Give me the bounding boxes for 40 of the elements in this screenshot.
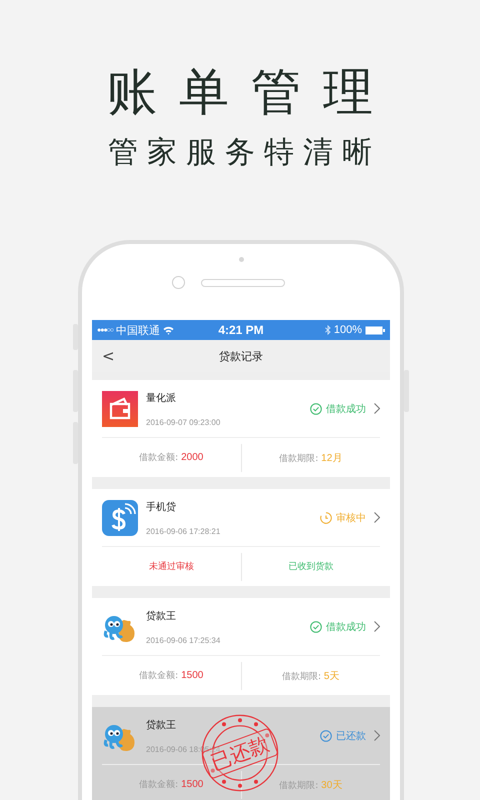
loan-amount: 借款金额: 1500 xyxy=(139,669,204,682)
bluetooth-icon xyxy=(324,325,331,335)
back-button[interactable]: < xyxy=(102,347,115,365)
headline: 账单管理 xyxy=(107,62,395,123)
loan-status: 借款成功 xyxy=(326,402,366,416)
wifi-icon xyxy=(163,326,174,334)
loan-term: 借款期限: 5天 xyxy=(282,670,340,682)
sensor-icon xyxy=(238,257,244,262)
loan-card[interactable]: 量化派 2016-09-07 09:23:00 借款成功 借款金额: 2000 借款期限: 12月 xyxy=(92,380,390,477)
loan-card[interactable]: 贷款王 2016-09-06 17:25:34 借款成功 借款金额: 1500 借款期限: 5天 xyxy=(92,598,390,695)
loan-term: 借款期限: 12月 xyxy=(279,452,342,464)
chevron-right-icon xyxy=(374,730,380,741)
chevron-right-icon xyxy=(374,512,380,523)
battery-percent: 100% xyxy=(334,324,362,336)
loan-amount: 借款金额: 2000 xyxy=(139,451,204,464)
carrier-name: 中国联通 xyxy=(116,324,160,338)
camera-icon xyxy=(172,276,184,289)
dollar-app-icon xyxy=(102,500,138,536)
wallet-app-icon xyxy=(102,390,138,426)
loan-status: 借款成功 xyxy=(326,620,366,634)
battery-icon xyxy=(364,326,385,334)
clock: 4:21 PM xyxy=(218,323,264,337)
lender-name: 量化派 xyxy=(146,392,177,404)
loan-time: 2016-09-06 17:25:34 xyxy=(146,636,222,644)
loan-status: 审核中 xyxy=(336,512,366,524)
page-title: 贷款记录 xyxy=(219,348,263,364)
lender-name: 贷款王 xyxy=(146,610,177,622)
speaker-icon xyxy=(200,278,284,286)
loan-time: 2016-09-07 09:23:00 xyxy=(146,418,222,426)
lender-name: 手机贷 xyxy=(146,500,177,514)
loan-card[interactable]: 手机贷 2016-09-06 17:28:21 审核中 未通过审核 已收到货款 xyxy=(92,489,390,586)
lender-name: 贷款王 xyxy=(146,718,177,732)
loan-status: 已还款 xyxy=(336,730,366,742)
subheadline: 管家服务特清晰 xyxy=(108,134,381,172)
loan-time: 2016-09-06 17:28:21 xyxy=(146,526,222,536)
review-result: 未通过审核 xyxy=(148,560,194,573)
payment-note: 已收到货款 xyxy=(288,560,334,573)
loan-term: 借款期限: 30天 xyxy=(279,778,342,792)
chevron-right-icon xyxy=(374,403,380,414)
chevron-right-icon xyxy=(374,621,380,632)
